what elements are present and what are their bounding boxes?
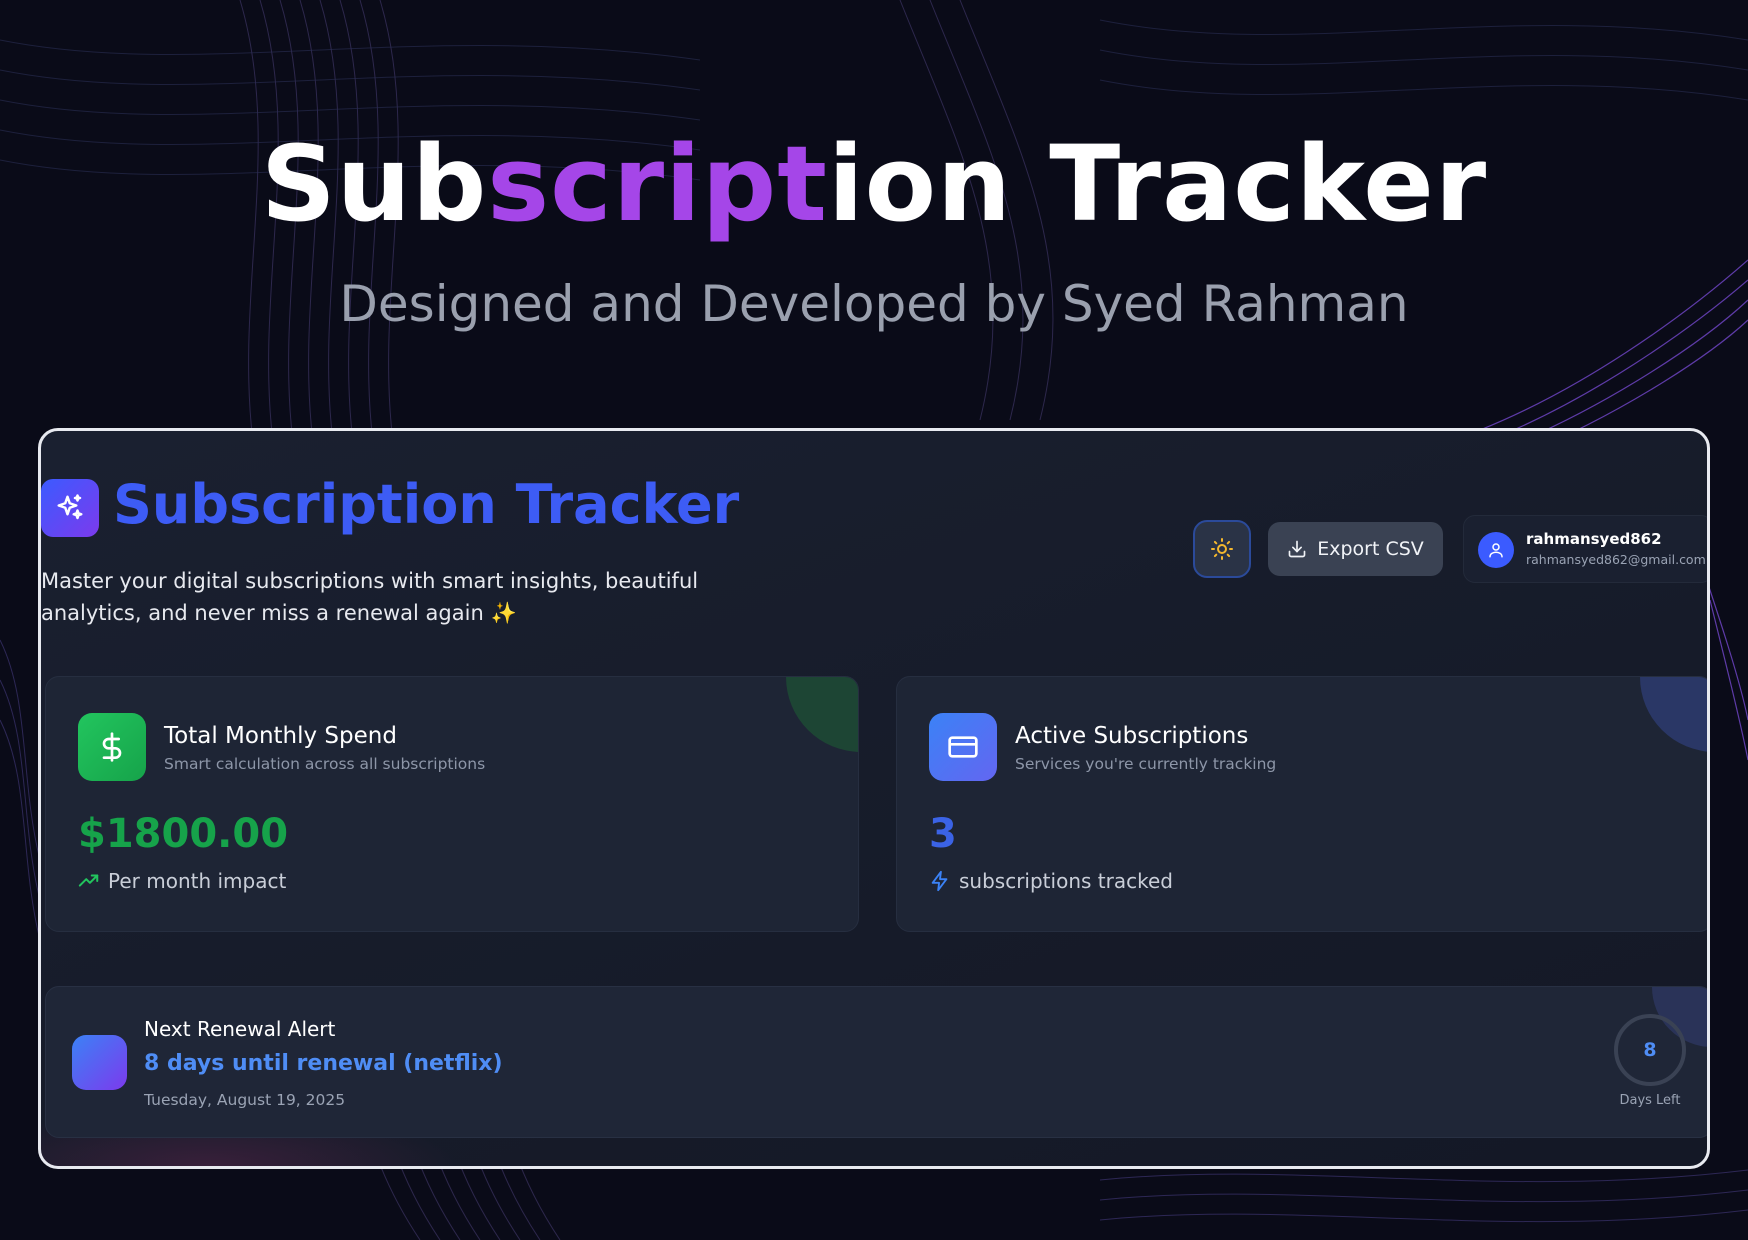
trending-up-icon — [78, 874, 99, 887]
export-csv-label: Export CSV — [1317, 538, 1424, 560]
hero-title-accent: script — [487, 123, 828, 245]
days-left-label: Days Left — [1619, 1093, 1681, 1108]
hero-title: Subscription Tracker — [0, 123, 1748, 245]
active-subscriptions-footer: subscriptions tracked — [929, 869, 1173, 893]
hero-title-pre: Sub — [260, 123, 488, 245]
renewal-date: Tuesday, August 19, 2025 — [144, 1091, 346, 1109]
app-window: Subscription Tracker Master your digital… — [38, 428, 1710, 1169]
active-subscriptions-card: Active Subscriptions Services you're cur… — [896, 676, 1707, 932]
active-subscriptions-footer-text: subscriptions tracked — [959, 869, 1173, 893]
user-icon — [1478, 532, 1514, 568]
renewal-message: 8 days until renewal (netflix) — [144, 1051, 503, 1076]
hero-title-post: ion Tracker — [827, 123, 1488, 245]
sun-icon — [1211, 538, 1233, 560]
decorative-blob — [1640, 677, 1707, 752]
sparkles-icon — [41, 479, 99, 537]
user-email: rahmansyed862@gmail.com — [1526, 552, 1706, 567]
renewal-icon — [72, 1035, 127, 1090]
renewal-title: Next Renewal Alert — [144, 1017, 336, 1041]
decorative-blob — [786, 677, 858, 752]
app-description: Master your digital subscriptions with s… — [41, 569, 699, 625]
active-subscriptions-subtitle: Services you're currently tracking — [1015, 755, 1277, 773]
bolt-icon — [931, 870, 948, 892]
app-title: Subscription Tracker — [113, 473, 740, 536]
dollar-icon — [78, 713, 146, 781]
days-left-ring: 8 — [1614, 1014, 1686, 1086]
theme-toggle-button[interactable] — [1193, 520, 1251, 578]
export-csv-button[interactable]: Export CSV — [1268, 522, 1443, 576]
next-renewal-alert: Next Renewal Alert 8 days until renewal … — [45, 986, 1707, 1138]
active-subscriptions-title: Active Subscriptions — [1015, 723, 1249, 749]
monthly-spend-value: $1800.00 — [78, 811, 289, 857]
active-subscriptions-value: 3 — [929, 811, 957, 857]
monthly-spend-subtitle: Smart calculation across all subscriptio… — [164, 755, 486, 773]
monthly-spend-card: Total Monthly Spend Smart calculation ac… — [45, 676, 859, 932]
credit-card-icon — [929, 713, 997, 781]
hero-subtitle: Designed and Developed by Syed Rahman — [339, 275, 1409, 333]
monthly-spend-title: Total Monthly Spend — [164, 723, 397, 749]
monthly-spend-footer: Per month impact — [78, 869, 286, 893]
monthly-spend-footer-text: Per month impact — [108, 869, 287, 893]
user-name: rahmansyed862 — [1526, 530, 1662, 548]
user-profile[interactable]: rahmansyed862 rahmansyed862@gmail.com — [1463, 515, 1707, 583]
download-icon — [1288, 540, 1306, 558]
